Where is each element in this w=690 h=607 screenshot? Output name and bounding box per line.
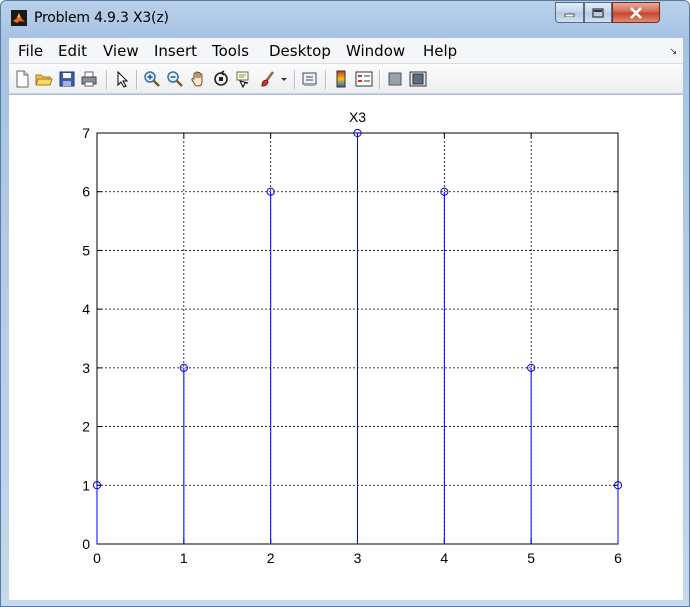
- brush-icon[interactable]: [259, 70, 277, 88]
- menu-window[interactable]: Window: [346, 42, 405, 60]
- figure-canvas[interactable]: 0 1 2 3 4 5 6 0 1 2 3 4 5 6 7 X3: [9, 95, 683, 600]
- y-tick-label: 5: [82, 242, 90, 258]
- rotate-3d-icon[interactable]: [212, 70, 230, 88]
- x-tick-label: 5: [527, 550, 535, 566]
- y-tick-label: 3: [82, 360, 90, 376]
- maximize-button[interactable]: [584, 2, 612, 23]
- x-tick-label: 1: [180, 550, 188, 566]
- print-icon[interactable]: [80, 70, 98, 88]
- link-plot-icon[interactable]: [301, 70, 319, 88]
- toolbar-separator: [136, 70, 137, 89]
- y-tick-label: 6: [82, 184, 90, 200]
- menu-file[interactable]: File: [18, 42, 43, 60]
- close-icon: [630, 6, 642, 19]
- minimize-button[interactable]: [555, 2, 584, 23]
- hide-plot-tools-icon[interactable]: [386, 70, 404, 88]
- x-tick-label: 0: [93, 550, 101, 566]
- chart-title: X3: [349, 109, 366, 125]
- toolbar-separator: [294, 70, 295, 89]
- new-figure-icon[interactable]: [13, 70, 31, 88]
- x-tick-label: 4: [440, 550, 448, 566]
- edit-plot-arrow-icon[interactable]: [113, 70, 131, 88]
- menu-bar: File Edit View Insert Tools Desktop Wind…: [9, 38, 683, 64]
- x-tick-label: 2: [267, 550, 275, 566]
- dock-arrow-icon[interactable]: ↘: [669, 46, 677, 57]
- matlab-icon: [11, 10, 27, 26]
- toolbar-separator: [379, 70, 380, 89]
- maximize-icon: [592, 7, 604, 18]
- y-tick-label: 1: [82, 477, 90, 493]
- data-cursor-icon[interactable]: [235, 70, 253, 88]
- y-tick-label: 4: [82, 301, 90, 317]
- menu-desktop[interactable]: Desktop: [269, 42, 331, 60]
- y-tick-label: 2: [82, 419, 90, 435]
- minimize-icon: [564, 13, 574, 17]
- close-button[interactable]: [612, 2, 660, 23]
- open-file-icon[interactable]: [35, 70, 53, 88]
- menu-help[interactable]: Help: [423, 42, 457, 60]
- zoom-in-icon[interactable]: [143, 70, 161, 88]
- figure-toolbar: [9, 64, 683, 94]
- x-tick-label: 6: [614, 550, 622, 566]
- x-tick-label: 3: [354, 550, 362, 566]
- insert-legend-icon[interactable]: [355, 70, 373, 88]
- menu-tools[interactable]: Tools: [212, 42, 249, 60]
- brush-dropdown-icon[interactable]: [280, 70, 288, 88]
- show-plot-tools-icon[interactable]: [409, 70, 427, 88]
- window-title: Problem 4.9.3 X3(z): [34, 10, 169, 26]
- stem-plot[interactable]: 0 1 2 3 4 5 6 0 1 2 3 4 5 6 7 X3: [9, 95, 683, 600]
- menu-view[interactable]: View: [103, 42, 139, 60]
- y-tick-label: 0: [82, 536, 90, 552]
- title-bar[interactable]: Problem 4.9.3 X3(z): [1, 1, 689, 35]
- toolbar-separator: [106, 70, 107, 89]
- insert-colorbar-icon[interactable]: [332, 70, 350, 88]
- toolbar-separator: [325, 70, 326, 89]
- menu-edit[interactable]: Edit: [58, 42, 87, 60]
- menu-insert[interactable]: Insert: [154, 42, 197, 60]
- zoom-out-icon[interactable]: [166, 70, 184, 88]
- figure-window: Problem 4.9.3 X3(z) File Edit View Inser…: [0, 0, 690, 607]
- pan-hand-icon[interactable]: [189, 70, 207, 88]
- save-icon[interactable]: [58, 70, 76, 88]
- y-tick-label: 7: [82, 125, 90, 141]
